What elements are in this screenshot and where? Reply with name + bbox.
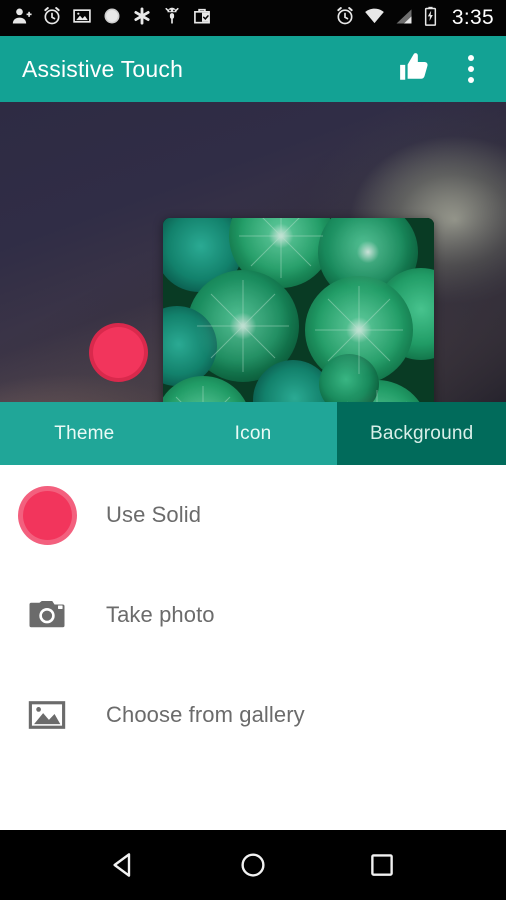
more-options-icon[interactable] [458,51,484,87]
page-title: Assistive Touch [22,55,184,82]
solid-color-swatch-icon [16,485,78,545]
home-nav-icon[interactable] [223,835,283,895]
status-bar: 3:35 [0,0,506,36]
recents-nav-icon[interactable] [352,835,412,895]
back-nav-icon[interactable] [94,835,154,895]
options-list: Use Solid Take photo Choose from gallery [0,465,506,830]
alarm-icon [335,6,355,31]
battery-charging-icon [423,6,438,31]
add-person-icon [12,6,32,31]
floating-touch-bubble[interactable] [89,323,148,382]
list-item-label: Take photo [106,602,215,627]
system-navigation-bar [0,830,506,900]
tab-background[interactable]: Background [337,402,506,465]
bug-icon [162,6,182,31]
status-bar-clock: 3:35 [451,6,494,29]
floating-touch-bubble-core [93,327,144,378]
image-icon [72,6,92,31]
cellular-signal-icon [394,6,414,31]
gallery-image-icon [16,694,78,736]
app-bar: Assistive Touch [0,36,506,102]
preview-image-card[interactable] [163,218,434,402]
wifi-icon [364,6,385,31]
wallpaper-preview[interactable] [0,102,506,402]
list-item-take-photo[interactable]: Take photo [0,565,506,665]
camera-icon [16,594,78,636]
asterisk-icon [132,6,152,31]
leaf-photo [163,218,434,402]
list-item-use-solid[interactable]: Use Solid [0,465,506,565]
list-item-label: Choose from gallery [106,702,305,727]
thumb-up-icon[interactable] [398,50,432,89]
tab-theme[interactable]: Theme [0,402,169,465]
app-bar-actions [398,50,484,89]
circle-icon [102,6,122,31]
status-bar-left-icons [12,6,212,31]
list-item-label: Use Solid [106,502,202,527]
app-root: 3:35 Assistive Touch Theme Icon Backgrou… [0,0,506,900]
tab-bar: Theme Icon Background [0,402,506,465]
tab-icon[interactable]: Icon [169,402,338,465]
alarm-icon [42,6,62,31]
list-item-choose-from-gallery[interactable]: Choose from gallery [0,665,506,765]
briefcase-check-icon [192,6,212,31]
status-bar-right-icons: 3:35 [335,6,494,31]
